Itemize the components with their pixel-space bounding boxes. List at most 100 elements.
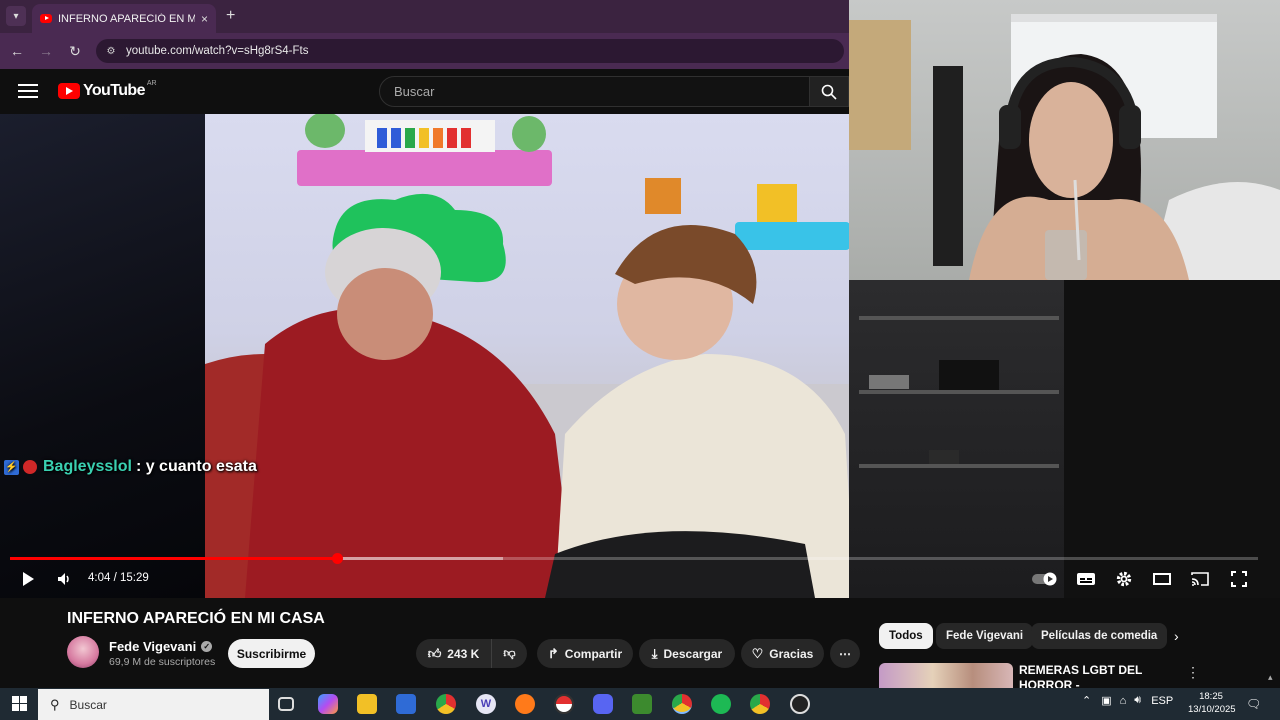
- video-far-right-dark-region: [1064, 280, 1280, 598]
- more-horizontal-icon: ⋯: [839, 646, 851, 661]
- chrome-active-icon[interactable]: [672, 694, 692, 714]
- video-title: INFERNO APARECIÓ EN MI CASA: [67, 610, 325, 627]
- url-text: youtube.com/watch?v=sHg8rS4-Fts: [126, 45, 309, 57]
- share-button[interactable]: ↱ Compartir: [537, 639, 633, 668]
- share-label: Compartir: [564, 646, 623, 661]
- subscriber-badge-icon: [23, 460, 37, 474]
- tab-search-chevron-icon[interactable]: ▾: [6, 6, 26, 26]
- time-display: 4:04 / 15:29: [88, 572, 149, 584]
- fullscreen-icon: [1231, 571, 1247, 587]
- thanks-label: Gracias: [769, 646, 814, 661]
- minecraft-icon[interactable]: [632, 694, 652, 714]
- clock-date: 13/10/2025: [1188, 704, 1236, 715]
- chrome-icon[interactable]: [436, 694, 456, 714]
- back-arrow-icon[interactable]: ←: [6, 40, 28, 62]
- tray-chevron-up-icon[interactable]: ⌃: [1082, 694, 1091, 707]
- autoplay-toggle-icon: [1032, 572, 1057, 586]
- chevron-right-icon[interactable]: ›: [1174, 628, 1179, 644]
- store-icon[interactable]: [396, 694, 416, 714]
- recommended-video-thumbnail[interactable]: [879, 663, 1013, 688]
- youtube-logo[interactable]: YouTube AR: [58, 80, 157, 100]
- task-view-icon[interactable]: [278, 697, 294, 711]
- like-count: 243 K: [447, 646, 480, 661]
- site-info-icon[interactable]: ⚙: [104, 44, 118, 58]
- discord-icon[interactable]: [593, 694, 613, 714]
- play-button[interactable]: [18, 569, 38, 589]
- windows-start-icon[interactable]: [12, 696, 27, 711]
- fullscreen-button[interactable]: [1229, 569, 1249, 589]
- search-input[interactable]: Buscar: [379, 76, 810, 107]
- channel-name-link[interactable]: Fede Vigevani ✓: [109, 639, 213, 654]
- scroll-up-arrow-icon[interactable]: ▴: [1268, 672, 1273, 683]
- streamer-webcam-overlay: [849, 0, 1280, 280]
- forward-arrow-icon[interactable]: →: [35, 40, 57, 62]
- chip-channel[interactable]: Fede Vigevani: [936, 623, 1034, 649]
- taskbar-search-input[interactable]: ⚲ Buscar: [38, 689, 269, 720]
- download-icon: ⤓: [651, 645, 658, 661]
- chip-all[interactable]: Todos: [879, 623, 933, 649]
- youtube-favicon-icon: [40, 14, 52, 23]
- hamburger-menu-icon[interactable]: [18, 84, 38, 98]
- dislike-button[interactable]: 👎︎: [491, 639, 527, 668]
- volume-button[interactable]: [54, 569, 74, 589]
- cast-icon: [1191, 572, 1209, 586]
- search-icon: [821, 84, 837, 100]
- progress-scrubber-handle[interactable]: [331, 553, 343, 564]
- subtitles-button[interactable]: [1075, 569, 1097, 589]
- chrome-profile-icon[interactable]: [750, 694, 770, 714]
- tab-close-icon[interactable]: ×: [201, 12, 208, 26]
- settings-button[interactable]: [1114, 569, 1134, 589]
- word-icon[interactable]: W: [476, 694, 496, 714]
- search-placeholder: Buscar: [394, 84, 435, 99]
- more-actions-button[interactable]: ⋯: [830, 639, 860, 668]
- thumbs-down-icon: 👎︎: [503, 646, 516, 660]
- chip-comedy-movies[interactable]: Películas de comedia: [1031, 623, 1168, 649]
- youtube-play-logo-icon: [58, 83, 80, 99]
- obs-icon[interactable]: [790, 694, 810, 714]
- thumbs-up-icon: 👍︎: [427, 645, 442, 661]
- share-arrow-icon: ↱: [547, 645, 559, 661]
- browser-tab-active[interactable]: INFERNO APARECIÓ EN MI CASA - YouTube ×: [32, 4, 216, 33]
- cast-button[interactable]: [1189, 569, 1211, 589]
- verified-check-icon: ✓: [201, 641, 213, 652]
- video-scene-illustration: [205, 114, 850, 598]
- super-thanks-icon: ♡: [751, 645, 764, 661]
- search-icon: ⚲: [50, 696, 60, 712]
- network-icon[interactable]: ⌂: [1120, 695, 1127, 707]
- copilot-icon[interactable]: [318, 694, 338, 714]
- search-button[interactable]: [809, 76, 849, 107]
- subscribe-button[interactable]: Suscribirme: [228, 639, 315, 668]
- file-explorer-icon[interactable]: [357, 694, 377, 714]
- address-bar[interactable]: ⚙ youtube.com/watch?v=sHg8rS4-Fts: [96, 39, 844, 63]
- volume-tray-icon[interactable]: 🔊︎: [1134, 694, 1141, 707]
- taskbar-search-placeholder: Buscar: [69, 697, 107, 712]
- system-tray: ⌃ ▣ ⌂ 🔊︎ ESP: [1082, 694, 1173, 707]
- reload-icon[interactable]: ↻: [64, 40, 86, 62]
- channel-avatar[interactable]: [67, 636, 99, 668]
- pokeball-icon[interactable]: [554, 694, 574, 714]
- moderator-badge-icon: ⚡: [4, 459, 19, 475]
- tray-app-icon[interactable]: ▣: [1101, 694, 1111, 707]
- taskbar-clock[interactable]: 18:25 13/10/2025: [1188, 690, 1236, 716]
- autoplay-toggle[interactable]: [1031, 569, 1059, 589]
- subtitles-icon: [1077, 573, 1095, 585]
- theater-mode-icon: [1153, 573, 1171, 585]
- vertical-dots-icon[interactable]: ⋮: [1186, 664, 1200, 681]
- video-dark-right-region: [849, 280, 1064, 598]
- new-tab-button[interactable]: +: [226, 7, 235, 25]
- language-indicator[interactable]: ESP: [1151, 695, 1173, 707]
- volume-icon: [58, 573, 69, 585]
- notification-icon[interactable]: 🗨︎: [1246, 697, 1261, 711]
- chat-message-text: : y cuanto esata: [135, 458, 257, 475]
- like-button[interactable]: 👍︎ 243 K: [416, 639, 491, 668]
- video-frame[interactable]: [205, 114, 850, 598]
- theater-mode-button[interactable]: [1152, 569, 1172, 589]
- thanks-button[interactable]: ♡ Gracias: [741, 639, 824, 668]
- spark-icon[interactable]: [515, 694, 535, 714]
- progress-played: [10, 557, 337, 560]
- video-dark-left-region: [0, 114, 205, 598]
- recommended-video-title[interactable]: REMERAS LGBT DEL HORROR - Emprendimiento…: [1019, 663, 1184, 688]
- download-button[interactable]: ⤓ Descargar: [639, 639, 735, 668]
- download-label: Descargar: [663, 646, 723, 661]
- spotify-icon[interactable]: [711, 694, 731, 714]
